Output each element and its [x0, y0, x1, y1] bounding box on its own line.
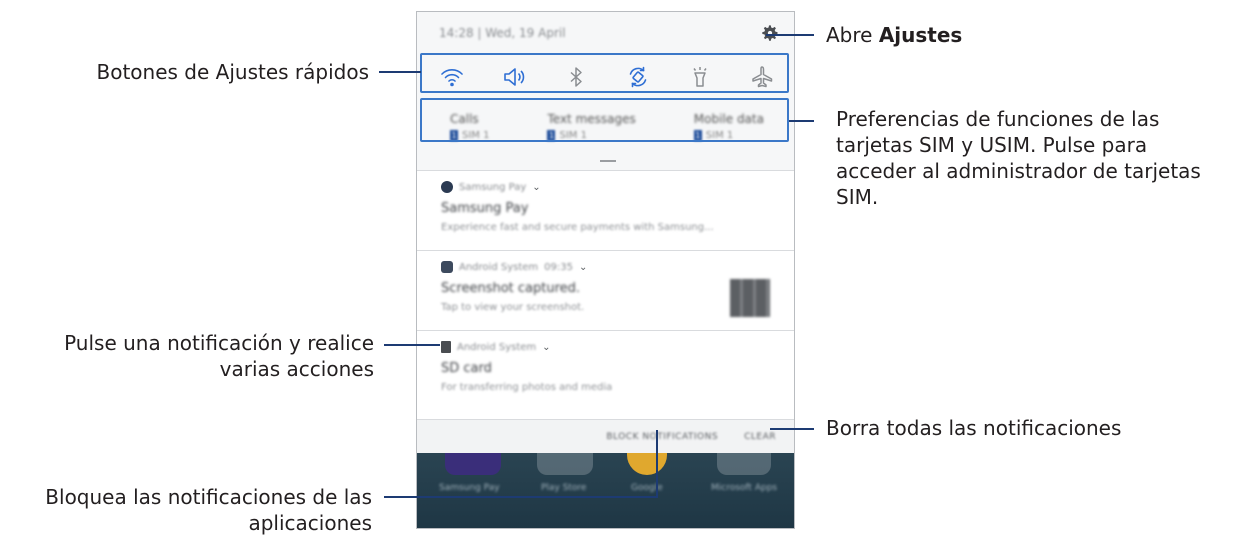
callout-line: [789, 120, 814, 122]
notification-header: Android System 09:35 ⌄: [441, 261, 770, 273]
notification-samsung-pay[interactable]: Samsung Pay ⌄ Samsung Pay Experience fas…: [417, 170, 794, 250]
home-app-label: Microsoft Apps: [711, 483, 778, 493]
chevron-down-icon[interactable]: ⌄: [532, 182, 540, 193]
notification-sd-card[interactable]: Android System ⌄ SD card For transferrin…: [417, 330, 794, 419]
notification-actions: BLOCK NOTIFICATIONS CLEAR: [417, 419, 794, 453]
home-app-label: Samsung Pay: [439, 483, 500, 493]
gear-icon[interactable]: [760, 23, 780, 43]
callout-line: [384, 344, 440, 346]
status-bar: 14:28 | Wed, 19 April: [417, 12, 794, 54]
callout-line: [770, 428, 814, 430]
block-notifications-button[interactable]: BLOCK NOTIFICATIONS: [606, 432, 718, 442]
notification-screenshot[interactable]: Android System 09:35 ⌄ Screenshot captur…: [417, 250, 794, 330]
notification-title: SD card: [441, 361, 492, 376]
home-screen-background: Samsung Pay Play Store Google Microsoft …: [417, 453, 794, 528]
callout-tap-notification-line1: Pulse una notificación y realice: [64, 331, 374, 355]
clear-button[interactable]: CLEAR: [744, 432, 776, 442]
callout-settings-prefix: Abre: [826, 23, 879, 47]
sim-highlight: [420, 98, 789, 142]
drag-handle[interactable]: [600, 160, 616, 162]
notification-title: Screenshot captured.: [441, 281, 581, 296]
notification-title: Samsung Pay: [441, 201, 529, 216]
callout-clear: Borra todas las notificaciones: [826, 416, 1122, 440]
notification-header: Samsung Pay ⌄: [441, 181, 770, 193]
samsung-pay-home-icon[interactable]: [445, 453, 501, 475]
quick-settings-highlight: [420, 53, 789, 93]
notification-app-name: Android System: [459, 261, 539, 273]
notification-app-name: Android System: [457, 341, 537, 353]
notification-text: Tap to view your screenshot.: [441, 302, 585, 313]
callout-block-line1: Bloquea las notificaciones de las: [45, 485, 372, 509]
image-app-icon: [441, 261, 453, 273]
callout-block-notifications: Bloquea las notificaciones de las aplica…: [45, 484, 372, 536]
chevron-down-icon[interactable]: ⌄: [542, 342, 550, 353]
callout-block-line2: aplicaciones: [248, 511, 372, 535]
callout-sim-line1: Preferencias de funciones de las: [836, 107, 1160, 131]
home-app-label: Play Store: [541, 483, 587, 493]
callout-settings-bold: Ajustes: [878, 23, 963, 47]
callout-tap-notification-line2: varias acciones: [219, 357, 374, 381]
callout-line: [656, 430, 658, 498]
notification-text: For transferring photos and media: [441, 382, 613, 393]
chevron-down-icon[interactable]: ⌄: [579, 262, 587, 273]
sd-card-app-icon: [441, 341, 451, 353]
callout-line: [379, 71, 421, 73]
date-time: 14:28 | Wed, 19 April: [439, 26, 566, 40]
callout-quick-settings: Botones de Ajustes rápidos: [96, 60, 370, 84]
callout-sim-line3: acceder al administrador de tarjetas: [836, 159, 1201, 183]
callout-settings: Abre Ajustes: [826, 22, 962, 48]
samsung-pay-app-icon: [441, 181, 453, 193]
microsoft-apps-home-icon[interactable]: [717, 453, 771, 475]
callout-line: [766, 34, 814, 36]
notification-header: Android System ⌄: [441, 341, 770, 353]
callout-tap-notification: Pulse una notificación y realice varias …: [64, 330, 374, 382]
callout-sim-line2: tarjetas SIM y USIM. Pulse para: [836, 133, 1148, 157]
callout-sim-line4: SIM.: [836, 185, 879, 209]
screenshot-thumbnail[interactable]: [730, 279, 770, 317]
play-store-home-icon[interactable]: [537, 453, 593, 475]
notification-time: 09:35: [544, 261, 573, 273]
notification-app-name: Samsung Pay: [459, 181, 527, 193]
callout-line: [384, 496, 658, 498]
google-home-icon[interactable]: [627, 453, 667, 475]
callout-sim-preferences: Preferencias de funciones de las tarjeta…: [836, 106, 1201, 210]
notification-text: Experience fast and secure payments with…: [441, 222, 714, 233]
